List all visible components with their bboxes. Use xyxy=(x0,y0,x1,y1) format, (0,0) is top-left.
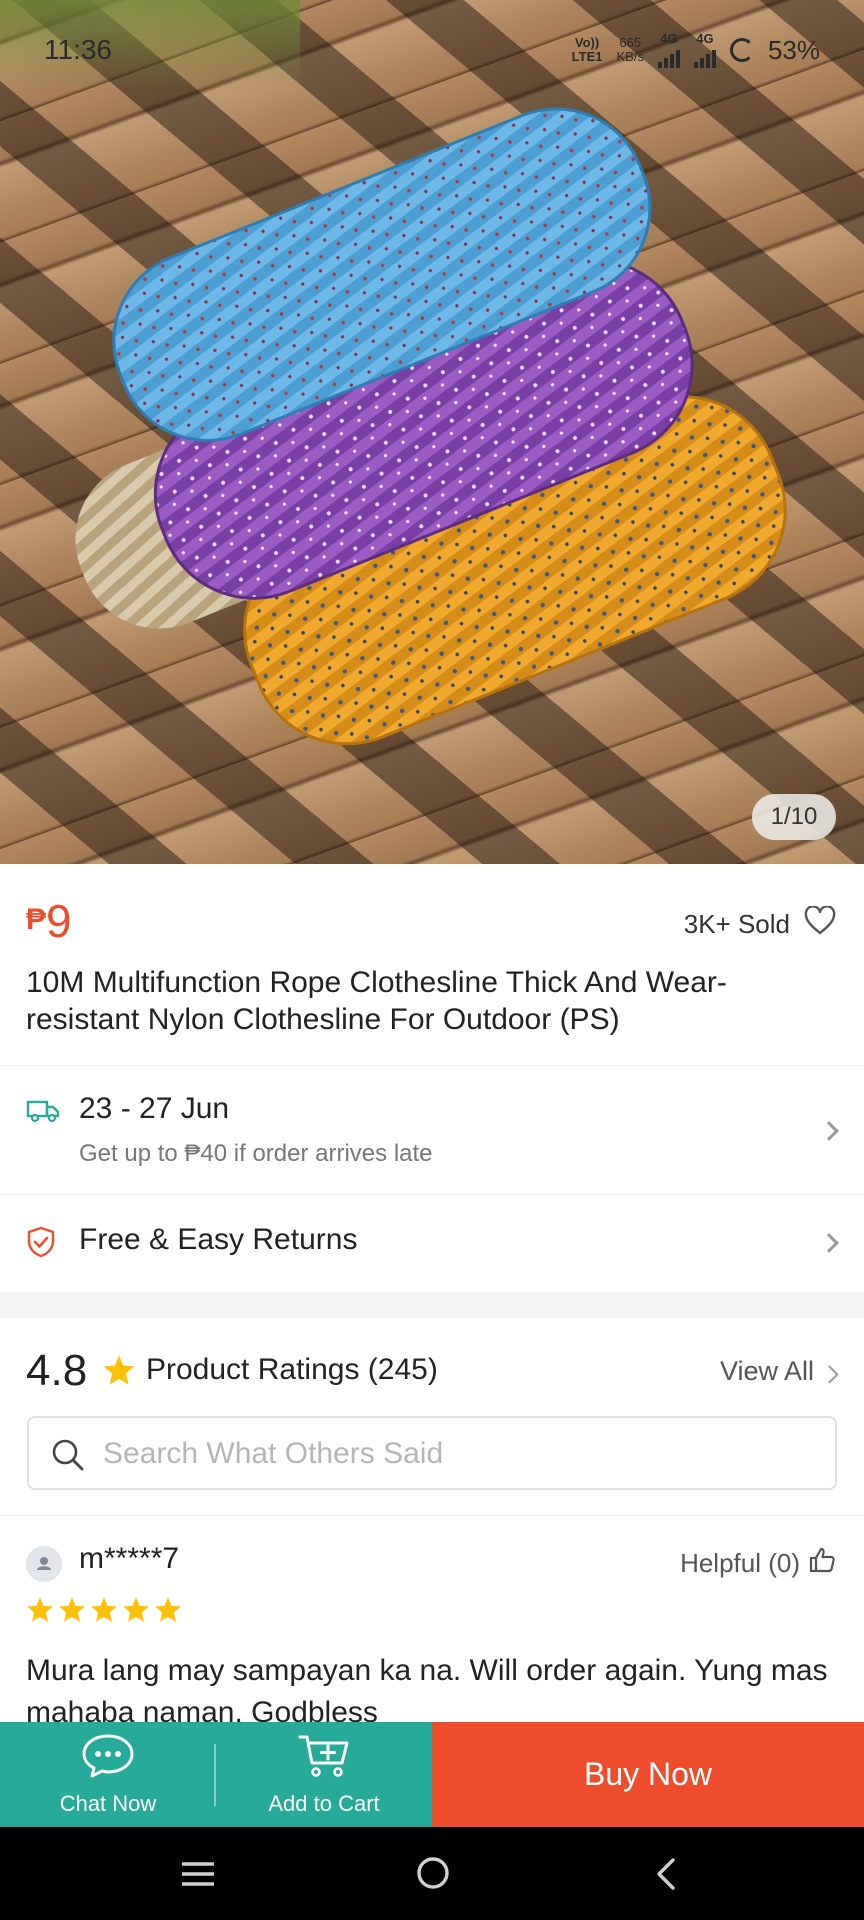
review-search-input[interactable] xyxy=(103,1432,803,1476)
chevron-right-icon xyxy=(820,1365,839,1384)
product-image[interactable]: 11:36 Vo)) LTE1 665 KB/s 4G 4G 53% 1/10 xyxy=(0,0,864,864)
shipping-row[interactable]: 23 - 27 Jun Get up to ₱40 if order arriv… xyxy=(0,1066,864,1194)
home-icon[interactable] xyxy=(415,1855,451,1896)
review-text: Mura lang may sampayan ka na. Will order… xyxy=(26,1654,828,1722)
status-time: 11:36 xyxy=(44,34,112,65)
review-stars xyxy=(26,1596,182,1628)
battery-icon xyxy=(729,38,754,62)
chat-now-label: Chat Now xyxy=(59,1790,157,1816)
image-counter: 1/10 xyxy=(752,794,836,840)
reviewer-name: m*****7 xyxy=(79,1542,180,1575)
search-icon xyxy=(51,1438,85,1477)
rope-coils-illustration xyxy=(75,107,787,746)
review-item: m*****7 Helpful (0) Mura lang may sampay… xyxy=(0,1516,864,1722)
signal-icon-sim1: 4G xyxy=(657,32,680,68)
delivery-dates: 23 - 27 Jun xyxy=(79,1092,230,1125)
section-gap xyxy=(0,1292,864,1318)
battery-percent: 53% xyxy=(767,35,820,65)
buy-now-button[interactable]: Buy Now xyxy=(432,1722,864,1827)
chevron-right-icon xyxy=(819,1121,839,1141)
thumbs-up-icon xyxy=(808,1546,836,1581)
star-icon xyxy=(58,1596,86,1628)
signal-icon-sim2: 4G xyxy=(693,32,716,68)
review-search-box[interactable] xyxy=(27,1416,837,1490)
returns-row[interactable]: Free & Easy Returns xyxy=(0,1196,864,1288)
shield-check-icon xyxy=(26,1226,56,1263)
price-amount: 9 xyxy=(46,895,72,947)
avatar xyxy=(26,1546,62,1582)
product-price: ₱9 xyxy=(26,894,72,948)
star-icon xyxy=(102,1354,136,1391)
truck-icon xyxy=(26,1098,60,1129)
back-icon[interactable] xyxy=(654,1857,678,1896)
add-cart-icon xyxy=(297,1733,351,1785)
star-icon xyxy=(26,1596,54,1628)
menu-icon[interactable] xyxy=(180,1859,216,1894)
chevron-right-icon xyxy=(819,1233,839,1253)
returns-label: Free & Easy Returns xyxy=(79,1223,358,1256)
system-navigation-bar xyxy=(0,1827,864,1920)
network-speed: 665 KB/s xyxy=(616,35,644,64)
add-to-cart-label: Add to Cart xyxy=(268,1790,380,1816)
divider xyxy=(214,1744,216,1806)
price-currency: ₱ xyxy=(26,903,47,936)
helpful-label: Helpful (0) xyxy=(680,1548,800,1578)
chat-icon xyxy=(80,1733,136,1785)
helpful-button[interactable]: Helpful (0) xyxy=(680,1546,836,1581)
star-icon xyxy=(122,1596,150,1628)
status-bar: 11:36 Vo)) LTE1 665 KB/s 4G 4G 53% xyxy=(0,0,864,100)
view-all-ratings-link[interactable]: View All xyxy=(720,1356,814,1387)
volte-indicator: Vo)) LTE1 xyxy=(571,35,603,64)
ratings-header: 4.8 Product Ratings (245) View All xyxy=(0,1318,864,1418)
sold-count-row: 3K+ Sold xyxy=(683,905,836,943)
rating-score: 4.8 xyxy=(26,1346,88,1395)
add-to-cart-button[interactable]: Add to Cart xyxy=(216,1722,432,1827)
divider xyxy=(0,1194,864,1195)
late-delivery-guarantee: Get up to ₱40 if order arrives late xyxy=(79,1140,433,1167)
chat-now-button[interactable]: Chat Now xyxy=(0,1722,216,1827)
sold-count: 3K+ Sold xyxy=(683,909,790,939)
bottom-action-bar: Chat Now Add to Cart Buy Now xyxy=(0,1722,864,1827)
product-title: 10M Multifunction Rope Clothesline Thick… xyxy=(26,966,727,1036)
star-icon xyxy=(90,1596,118,1628)
heart-icon[interactable] xyxy=(804,905,836,943)
ratings-label: Product Ratings (245) xyxy=(146,1353,438,1386)
star-icon xyxy=(154,1596,182,1628)
